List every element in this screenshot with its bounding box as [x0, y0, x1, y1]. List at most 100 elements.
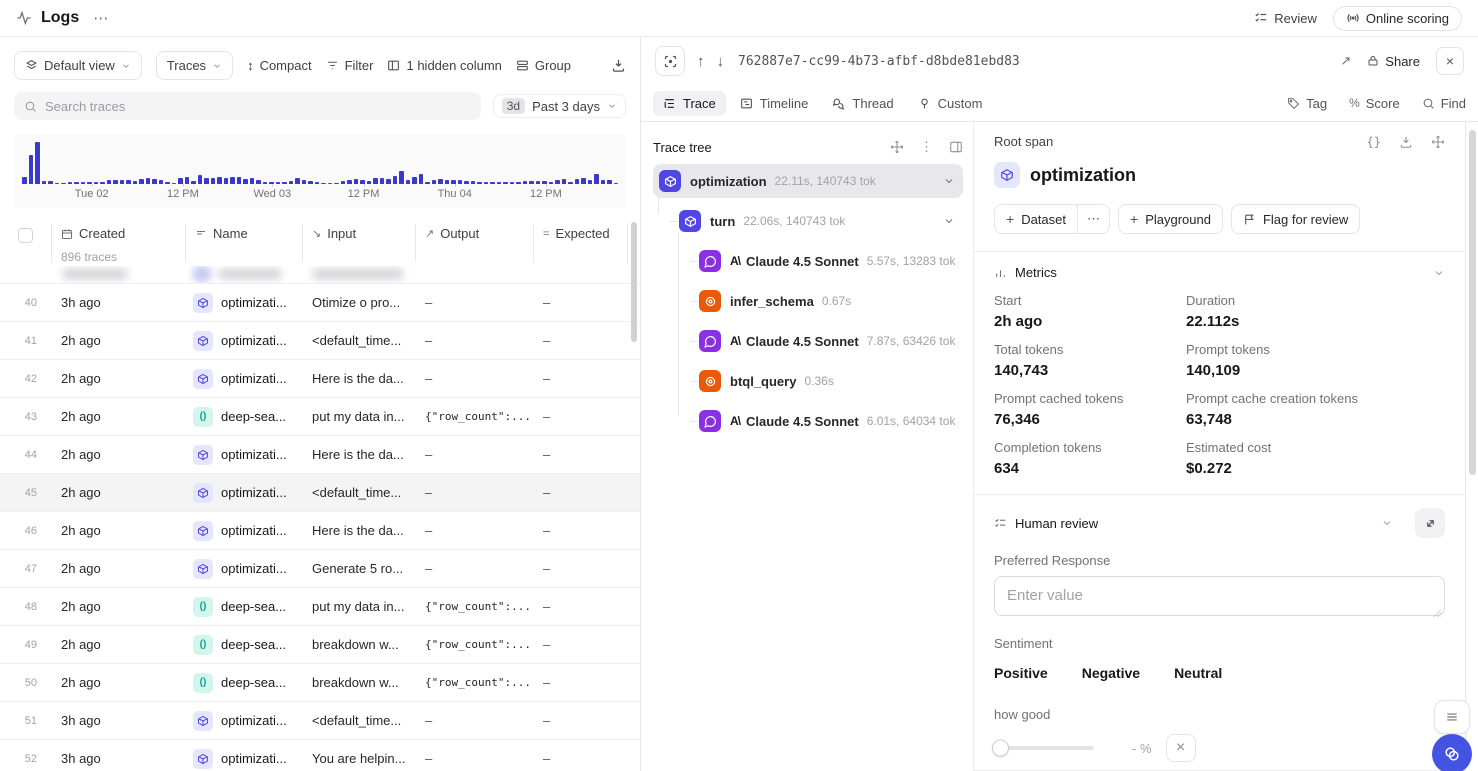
time-range-selector[interactable]: 3d Past 3 days [493, 94, 626, 118]
add-to-playground-button[interactable]: + Playground [1118, 204, 1223, 234]
table-row[interactable]: 513h agooptimizati...<default_time...–– [0, 702, 640, 740]
cell-created: 2h ago [51, 637, 185, 652]
filter-button[interactable]: Filter [326, 58, 374, 73]
search-input[interactable] [45, 99, 471, 114]
json-view-icon[interactable]: {} [1367, 135, 1381, 149]
compact-label: Compact [260, 58, 312, 73]
select-all-checkbox[interactable] [18, 228, 33, 243]
table-row[interactable]: 472h agooptimizati...Generate 5 ro...–– [0, 550, 640, 588]
right-scrollbar-thumb[interactable] [1469, 130, 1476, 475]
overlapping-circles-icon [1442, 744, 1462, 764]
metrics-section-header[interactable]: Metrics [994, 265, 1445, 280]
arrow-up-down-icon: ↕ [247, 58, 254, 73]
next-trace-arrow-icon[interactable]: ↓ [717, 53, 725, 70]
histogram-bars[interactable] [22, 140, 618, 184]
move-icon[interactable] [1431, 135, 1445, 149]
expand-review-button[interactable] [1415, 508, 1445, 538]
online-scoring-button[interactable]: Online scoring [1333, 6, 1462, 31]
tab-trace[interactable]: Trace [653, 91, 726, 116]
human-review-section-header[interactable]: Human review [994, 508, 1445, 538]
arrow-down-right-icon: ↘ [312, 227, 321, 240]
dataset-more-button[interactable]: ⋯ [1078, 204, 1110, 234]
open-in-new-icon[interactable]: ↗ [1340, 53, 1351, 69]
arrow-up-right-icon: ↗ [425, 227, 434, 240]
hidden-columns-button[interactable]: 1 hidden column [387, 58, 501, 73]
traces-selector[interactable]: Traces [156, 51, 233, 80]
download-icon[interactable] [611, 58, 626, 73]
trace-tree-node-claude-4-5-sonnet[interactable]: A\Claude 4.5 Sonnet6.01s, 64034 tok [653, 404, 963, 438]
view-selector-label: Default view [44, 58, 115, 73]
review-button[interactable]: Review [1254, 11, 1317, 26]
view-selector[interactable]: Default view [14, 51, 142, 80]
table-row[interactable]: 502h ago()deep-sea...breakdown w...{"row… [0, 664, 640, 702]
cube-icon [193, 293, 213, 313]
group-button[interactable]: Group [516, 58, 571, 73]
column-header-output[interactable]: ↗ Output [415, 226, 533, 241]
sentiment-negative-button[interactable]: Negative [1082, 665, 1140, 681]
table-row[interactable]: 482h ago()deep-sea...put my data in...{"… [0, 588, 640, 626]
cell-output: {"row_count":... [415, 638, 533, 651]
trace-tree-node-turn[interactable]: turn22.06s, 140743 tok [653, 204, 963, 238]
slider-handle[interactable] [992, 740, 1009, 757]
trace-tree-node-optimization[interactable]: optimization22.11s, 140743 tok [653, 164, 963, 198]
score-button[interactable]: % Score [1349, 96, 1400, 111]
bar-chart-icon [994, 266, 1007, 279]
trace-tree-node-infer-schema[interactable]: infer_schema0.67s [653, 284, 963, 318]
broadcast-icon [1346, 11, 1360, 25]
column-header-name[interactable]: Name [185, 226, 302, 241]
resize-grip-icon[interactable] [1433, 609, 1442, 618]
table-row[interactable]: 492h ago()deep-sea...breakdown w...{"row… [0, 626, 640, 664]
cell-name: optimizati... [185, 331, 302, 351]
sentiment-positive-button[interactable]: Positive [994, 665, 1048, 681]
move-icon[interactable] [890, 140, 904, 154]
search-icon [24, 100, 37, 113]
table-row[interactable]: 432h ago()deep-sea...put my data in...{"… [0, 398, 640, 436]
column-header-created[interactable]: Created [51, 226, 185, 241]
tab-custom[interactable]: Custom [908, 91, 993, 116]
trace-tree-node-claude-4-5-sonnet[interactable]: A\Claude 4.5 Sonnet7.87s, 63426 tok [653, 324, 963, 358]
flag-for-review-button[interactable]: Flag for review [1231, 204, 1360, 234]
floating-menu-button[interactable] [1434, 700, 1470, 734]
column-header-input[interactable]: ↘ Input [302, 226, 415, 241]
left-scrollbar-thumb[interactable] [631, 222, 637, 342]
clear-score-button[interactable]: × [1166, 734, 1196, 762]
metric-item: Start2h ago [994, 293, 1186, 330]
tab-timeline[interactable]: Timeline [730, 91, 819, 116]
tag-button[interactable]: Tag [1287, 96, 1327, 111]
table-row[interactable]: 452h agooptimizati...<default_time...–– [0, 474, 640, 512]
share-button[interactable]: Share [1367, 54, 1420, 69]
trace-tree-node-claude-4-5-sonnet[interactable]: A\Claude 4.5 Sonnet5.57s, 13283 tok [653, 244, 963, 278]
trace-tree-node-btql-query[interactable]: btql_query0.36s [653, 364, 963, 398]
chevron-down-icon[interactable] [943, 175, 955, 187]
compact-toggle[interactable]: ↕ Compact [247, 58, 312, 73]
page-menu-icon[interactable]: ⋯ [93, 9, 109, 27]
prev-trace-arrow-icon[interactable]: ↑ [697, 53, 705, 70]
sentiment-neutral-button[interactable]: Neutral [1174, 665, 1222, 681]
close-panel-button[interactable]: × [1436, 47, 1464, 75]
table-row[interactable]: 523h agooptimizati...You are helpin...–– [0, 740, 640, 771]
chevron-down-icon[interactable] [943, 215, 955, 227]
table-row[interactable]: 403h agooptimizati...Otimize o pro...–– [0, 284, 640, 322]
table-row[interactable]: 422h agooptimizati...Here is the da...–– [0, 360, 640, 398]
right-scrollbar[interactable] [1465, 122, 1478, 771]
table-row[interactable]: 442h agooptimizati...Here is the da...–– [0, 436, 640, 474]
panel-toggle-icon[interactable] [949, 140, 963, 154]
cell-input: put my data in... [302, 599, 415, 614]
trace-id: 762887e7-cc99-4b73-afbf-d8bde81ebd83 [738, 54, 1020, 69]
table-row[interactable]: 412h agooptimizati...<default_time...–– [0, 322, 640, 360]
focus-trace-button[interactable] [655, 46, 685, 76]
assistant-fab-button[interactable] [1432, 734, 1472, 771]
equals-icon: = [543, 228, 549, 240]
column-header-expected[interactable]: = Expected [533, 226, 640, 241]
find-button[interactable]: Find [1422, 96, 1466, 111]
cell-output: – [415, 333, 533, 348]
download-icon[interactable] [1399, 135, 1413, 149]
how-good-slider[interactable] [994, 746, 1094, 750]
preferred-response-input[interactable] [994, 576, 1445, 616]
more-vertical-icon[interactable]: ⋮ [920, 139, 933, 155]
stack-icon [516, 59, 529, 72]
tab-thread[interactable]: Thread [822, 91, 903, 116]
add-to-dataset-button[interactable]: + Dataset [994, 204, 1078, 234]
table-row[interactable]: 462h agooptimizati...Here is the da...–– [0, 512, 640, 550]
metric-item: Total tokens140,743 [994, 342, 1186, 379]
